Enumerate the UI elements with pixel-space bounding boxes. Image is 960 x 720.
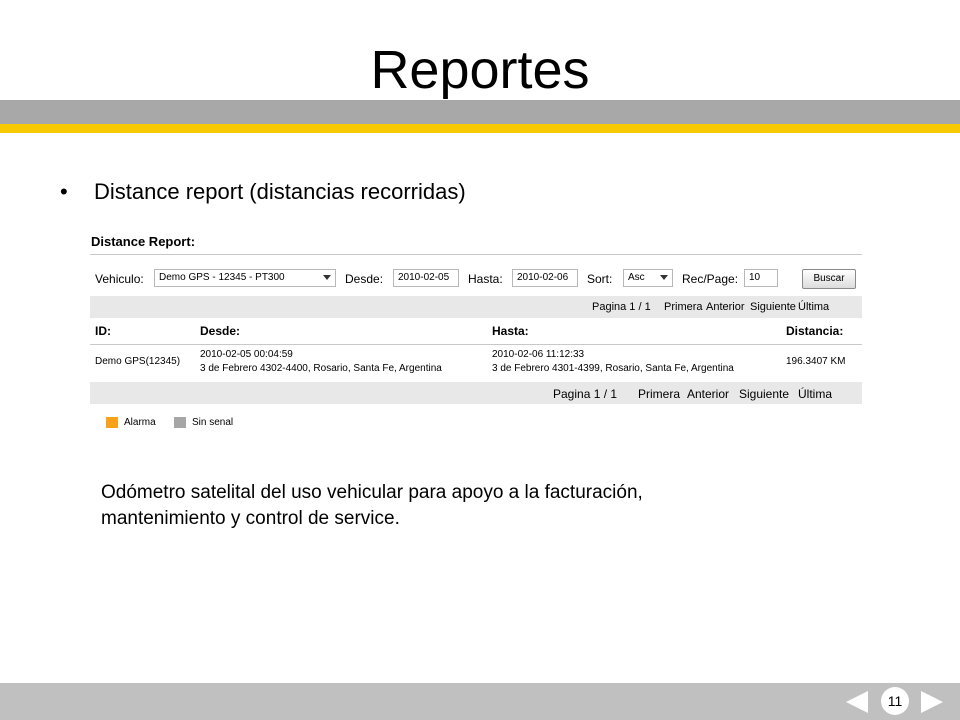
column-header-id: ID:	[95, 324, 111, 338]
bullet-text: Distance report (distancias recorridas)	[94, 179, 466, 204]
chevron-down-icon	[660, 275, 668, 280]
row-hasta-address: 3 de Febrero 4301-4399, Rosario, Santa F…	[492, 363, 734, 374]
pager-top: Pagina 1 / 1 Primera Anterior Siguiente …	[90, 296, 862, 318]
body-line-2: mantenimiento y control de service.	[101, 508, 400, 529]
vehiculo-select[interactable]: Demo GPS - 12345 - PT300	[154, 269, 336, 287]
recpage-input[interactable]: 10	[744, 269, 778, 287]
sort-select[interactable]: Asc	[623, 269, 673, 287]
body-text: Odómetro satelital del uso vehicular par…	[101, 480, 801, 532]
sin-senal-swatch	[174, 417, 186, 428]
row-id: Demo GPS(12345)	[95, 356, 181, 367]
body-line-1: Odómetro satelital del uso vehicular par…	[101, 482, 643, 503]
column-header-hasta: Hasta:	[492, 324, 529, 338]
vehiculo-select-value: Demo GPS - 12345 - PT300	[159, 272, 285, 283]
hasta-input[interactable]: 2010-02-06	[512, 269, 578, 287]
title-divider	[90, 254, 862, 255]
pager-info: Pagina 1 / 1	[592, 301, 651, 313]
row-desde-address: 3 de Febrero 4302-4400, Rosario, Santa F…	[200, 363, 442, 374]
recpage-label: Rec/Page:	[682, 272, 739, 286]
report-title: Distance Report:	[91, 234, 196, 249]
legend-sin-senal-label: Sin senal	[192, 417, 234, 428]
distance-report-panel: Distance Report: Vehiculo: Demo GPS - 12…	[90, 228, 862, 436]
search-button[interactable]: Buscar	[802, 269, 856, 289]
pager-bottom: Pagina 1 / 1 Primera Anterior Siguiente …	[90, 382, 862, 404]
row-hasta-time: 2010-02-06 11:12:33	[492, 349, 585, 360]
column-header-distancia: Distancia:	[786, 324, 844, 338]
filter-row: Vehiculo: Demo GPS - 12345 - PT300 Desde…	[90, 266, 862, 292]
row-distancia: 196.3407 KM	[786, 356, 846, 367]
pager-first-link-bottom[interactable]: Primera	[638, 387, 680, 401]
sort-label: Sort:	[587, 272, 613, 286]
accent-band	[0, 124, 960, 133]
page-number: 11	[881, 687, 909, 715]
row-desde-time: 2010-02-05 00:04:59	[200, 349, 293, 360]
legend-alarma-label: Alarma	[124, 417, 156, 428]
pager-last-link-bottom[interactable]: Última	[798, 387, 832, 401]
chevron-down-icon	[323, 275, 331, 280]
table-header: ID: Desde: Hasta: Distancia:	[90, 318, 862, 345]
triangle-left-icon[interactable]	[846, 691, 868, 713]
column-header-desde: Desde:	[200, 324, 241, 338]
pager-prev-link[interactable]: Anterior	[706, 301, 745, 313]
pager-info-bottom: Pagina 1 / 1	[553, 387, 618, 401]
header-band	[0, 100, 960, 124]
desde-input[interactable]: 2010-02-05	[393, 269, 459, 287]
pager-prev-link-bottom[interactable]: Anterior	[687, 387, 729, 401]
sort-select-value: Asc	[628, 272, 645, 283]
table-row: Demo GPS(12345) 2010-02-05 00:04:59 3 de…	[90, 345, 862, 381]
pager-next-link[interactable]: Siguiente	[750, 301, 796, 313]
footer-bar: 11	[0, 683, 960, 720]
slide-title: Reportes	[370, 40, 590, 100]
hasta-label: Hasta:	[468, 272, 503, 286]
alarma-swatch	[106, 417, 118, 428]
bullet-symbol: •	[60, 179, 68, 204]
triangle-right-icon[interactable]	[921, 691, 943, 713]
pager-first-link[interactable]: Primera	[664, 301, 703, 313]
pager-last-link[interactable]: Última	[798, 301, 829, 313]
vehiculo-label: Vehiculo:	[95, 272, 144, 286]
pager-next-link-bottom[interactable]: Siguiente	[739, 387, 789, 401]
desde-label: Desde:	[345, 272, 384, 286]
